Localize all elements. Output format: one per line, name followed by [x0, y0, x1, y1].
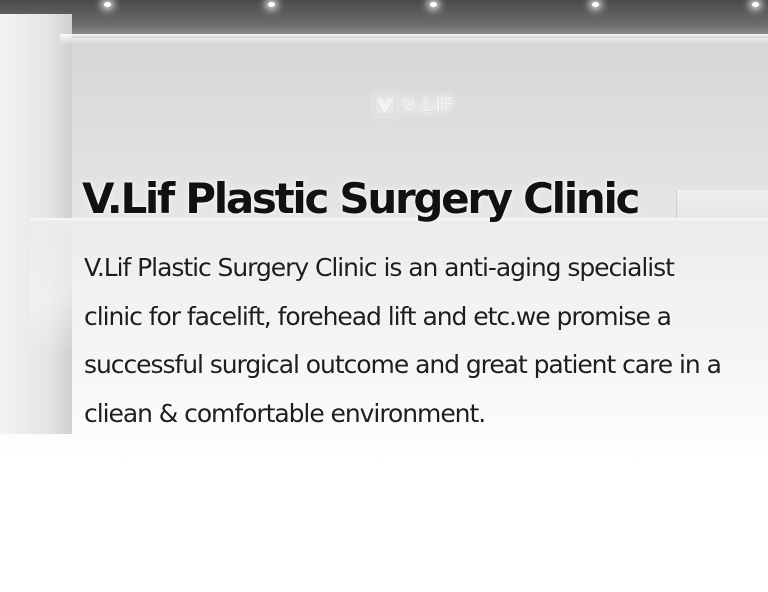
- cove-light: [60, 34, 768, 44]
- wall-logo-text: V.LIF: [402, 94, 456, 116]
- ceiling-light: [268, 2, 275, 7]
- clinic-title: V.Lif Plastic Surgery Clinic: [82, 174, 640, 223]
- ceiling-light: [592, 2, 599, 7]
- v-lif-logo-mark-icon: [374, 94, 396, 116]
- clinic-description: V.Lif Plastic Surgery Clinic is an anti-…: [84, 253, 722, 428]
- ceiling-light: [752, 2, 759, 7]
- wall-logo-sign: V.LIF: [374, 92, 456, 118]
- ceiling-light: [104, 2, 111, 7]
- intro-section: V.Lif Plastic Surgery Clinic V.Lif Plast…: [82, 166, 742, 438]
- ceiling-light: [430, 2, 437, 7]
